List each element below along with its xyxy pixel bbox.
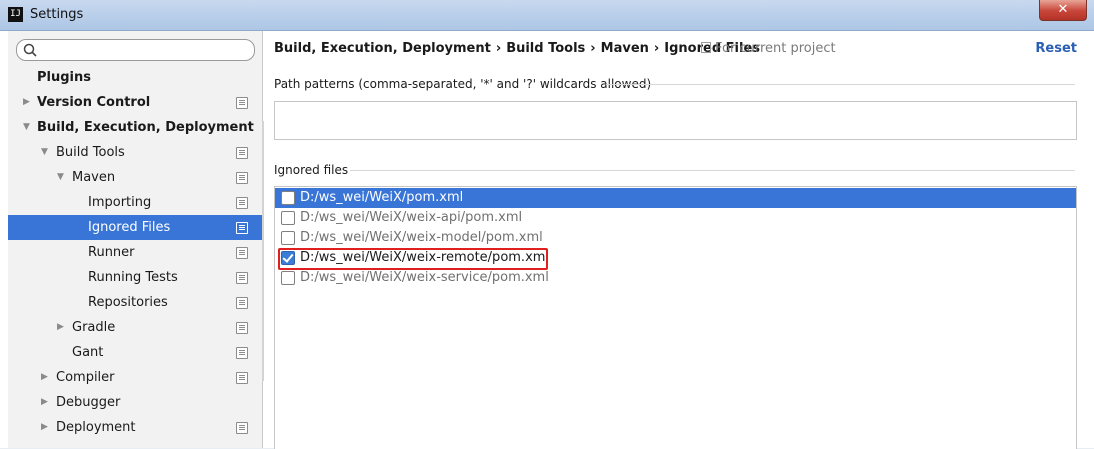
ignored-file-row[interactable]: D:/ws_wei/WeiX/weix-remote/pom.xml [275,248,1076,268]
file-path: D:/ws_wei/WeiX/weix-model/pom.xml [300,230,543,245]
window-title: Settings [30,7,84,22]
collapse-arrow-icon[interactable]: ▶ [23,90,35,115]
project-settings-icon [236,322,248,334]
reset-link[interactable]: Reset [1035,41,1077,56]
project-settings-icon [236,222,248,234]
sidebar-item-label: Build Tools [56,145,125,160]
file-path: D:/ws_wei/WeiX/weix-api/pom.xml [300,210,523,225]
project-scope-icon [701,42,711,53]
ignored-file-row[interactable]: D:/ws_wei/WeiX/weix-model/pom.xml [275,228,1076,248]
ignore-checkbox[interactable] [281,191,295,205]
sidebar-item-label: Plugins [37,70,91,85]
breadcrumb-item: Build Tools [506,41,586,56]
ignored-file-row[interactable]: D:/ws_wei/WeiX/weix-service/pom.xml [275,268,1076,288]
settings-tree: Plugins ▶ Version Control ▼ Build, Execution… [8,65,262,440]
path-patterns-input[interactable] [274,101,1077,140]
sidebar-item-label: Deployment [56,420,136,435]
sidebar-item[interactable]: Gant [8,340,262,365]
project-settings-icon [236,422,248,434]
sidebar-item-label: Maven [72,170,116,185]
settings-sidebar: Plugins ▶ Version Control ▼ Build, Execution… [8,31,271,448]
sidebar-item[interactable]: Plugins [8,65,262,90]
breadcrumb-item: Maven [600,41,649,56]
settings-window: Plugins ▶ Version Control ▼ Build, Execution… [0,31,1094,449]
project-settings-icon [236,272,248,284]
sidebar-item[interactable]: ▶ Version Control [8,90,262,115]
collapse-arrow-icon[interactable]: ▶ [41,390,53,415]
ignored-file-row[interactable]: D:/ws_wei/WeiX/pom.xml [275,188,1076,208]
intellij-app-icon: IJ [8,7,23,22]
close-button[interactable]: ✕ [1039,0,1087,21]
sidebar-item[interactable]: Running Tests [8,265,262,290]
sidebar-item[interactable]: ▼ Build, Execution, Deployment [8,115,262,140]
sidebar-item-label: Running Tests [88,270,178,285]
sidebar-item[interactable]: ▼ Maven [8,165,262,190]
ignored-files-label: Ignored files [274,163,349,177]
project-settings-icon [236,347,248,359]
sidebar-item-label: Runner [88,245,135,260]
breadcrumb-item: Build, Execution, Deployment [274,41,491,56]
file-path: D:/ws_wei/WeiX/pom.xml [300,190,464,205]
search-icon [23,43,37,57]
sidebar-item[interactable]: ▶ Gradle [8,315,262,340]
file-path: D:/ws_wei/WeiX/weix-service/pom.xml [300,270,549,285]
sidebar-item-label: Build, Execution, Deployment [37,120,254,135]
project-settings-icon [236,172,248,184]
sidebar-item-label: Importing [88,195,152,210]
sidebar-item[interactable]: Ignored Files [8,215,262,240]
breadcrumb-separator: › [495,41,502,56]
project-settings-icon [236,247,248,259]
collapse-arrow-icon[interactable]: ▶ [41,415,53,440]
sidebar-item[interactable]: ▼ Build Tools [8,140,262,165]
sidebar-item[interactable]: ▶ Deployment [8,415,262,440]
divider [606,84,1075,85]
scope-label: For current project [715,41,836,56]
project-settings-icon [236,147,248,159]
settings-content: Build, Execution, Deployment › Build Tools… [264,31,1094,449]
sidebar-item-label: Version Control [37,95,151,110]
title-bar: IJ Settings ✕ [0,0,1094,31]
project-settings-icon [236,197,248,209]
project-settings-icon [236,372,248,384]
ignore-checkbox[interactable] [281,211,295,225]
expand-arrow-icon[interactable]: ▼ [23,115,35,140]
sidebar-item[interactable]: ▶ Debugger [8,390,262,415]
sidebar-item[interactable]: Repositories [8,290,262,315]
breadcrumb-separator: › [653,41,660,56]
collapse-arrow-icon[interactable]: ▶ [57,315,69,340]
sidebar-item[interactable]: Runner [8,240,262,265]
sidebar-item-label: Compiler [56,370,115,385]
path-patterns-label: Path patterns (comma-separated, '*' and … [274,77,652,91]
sidebar-item-label: Debugger [56,395,121,410]
sidebar-item-label: Gradle [72,320,116,335]
project-settings-icon [236,297,248,309]
ignore-checkbox[interactable] [281,231,295,245]
sidebar-item-label: Gant [72,345,104,360]
ignored-file-row[interactable]: D:/ws_wei/WeiX/weix-api/pom.xml [275,208,1076,228]
file-path: D:/ws_wei/WeiX/weix-remote/pom.xml [300,250,550,265]
sidebar-item[interactable]: ▶ Compiler [8,365,262,390]
sidebar-item[interactable]: Importing [8,190,262,215]
sidebar-item-label: Ignored Files [88,220,171,235]
ignored-files-list: D:/ws_wei/WeiX/weix-service/pom.xml D:/ws… [274,186,1077,449]
breadcrumb-separator: › [590,41,596,56]
collapse-arrow-icon[interactable]: ▶ [41,365,53,390]
expand-arrow-icon[interactable]: ▼ [57,165,69,190]
divider [350,170,1075,171]
ignore-checkbox[interactable] [281,251,295,265]
ignore-checkbox[interactable] [281,271,295,285]
scope-indicator: For current project [701,41,836,56]
settings-search-input[interactable] [16,39,255,61]
project-settings-icon [236,97,248,109]
sidebar-item-label: Repositories [88,295,168,310]
expand-arrow-icon[interactable]: ▼ [41,140,53,165]
breadcrumb: Build, Execution, Deployment › Build Tools… [274,41,760,56]
